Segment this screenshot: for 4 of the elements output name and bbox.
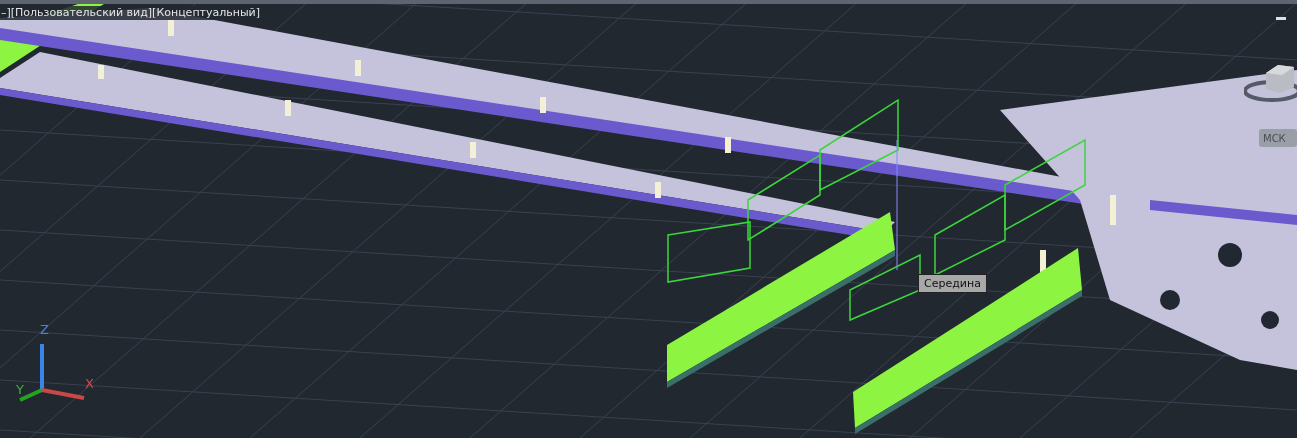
y-axis-label: Y	[16, 382, 24, 397]
z-axis-label: Z	[40, 322, 49, 337]
tooltip: Середина	[918, 274, 987, 293]
x-axis-label: X	[85, 376, 94, 391]
